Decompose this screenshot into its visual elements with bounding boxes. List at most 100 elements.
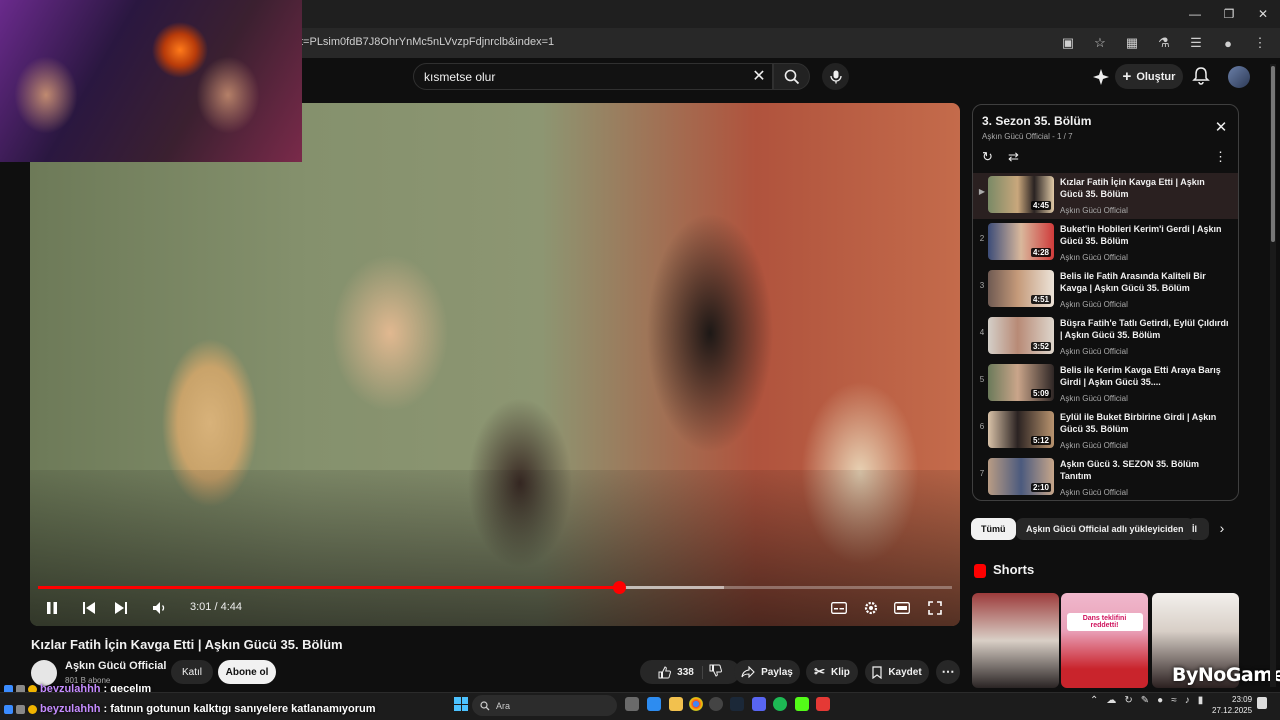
volume-button[interactable] [150,598,170,618]
volume-icon [153,602,165,614]
save-label: Kaydet [888,666,922,678]
create-button[interactable]: + Oluştur [1115,64,1183,89]
subtitles-button[interactable] [829,598,849,618]
playlist-item[interactable]: 3 4:51 Belis ile Fatih Arasında Kaliteli… [973,267,1238,313]
pen-icon[interactable]: ✎ [1141,695,1149,706]
playlist-item-thumbnail: 4:28 [988,223,1054,260]
channel-name[interactable]: Aşkın Gücü Official [65,660,166,672]
profile-icon[interactable]: ● [1218,33,1238,53]
close-window-icon[interactable]: ✕ [1246,0,1280,28]
playlist-menu-icon[interactable]: ⋮ [1214,149,1227,165]
task-view-icon[interactable] [625,697,639,711]
playlist-item-title: Aşkın Gücü 3. SEZON 35. Bölüm Tanıtım [1060,459,1200,481]
extensions-icon[interactable]: ▦ [1122,33,1142,53]
clip-button[interactable]: ✂ Klip [806,660,858,684]
short-thumbnail[interactable]: Dans teklifini reddetti! [1061,593,1148,688]
chip-uploader[interactable]: Aşkın Gücü Official adlı yükleyiciden [1016,518,1194,540]
shorts-heading: Shorts [993,562,1035,577]
browser-menu-icon[interactable]: ⋮ [1250,33,1270,53]
short-thumbnail[interactable] [972,593,1059,688]
bookmark-icon [872,665,882,679]
search-button[interactable] [773,63,810,90]
create-label: Oluştur [1136,70,1176,83]
discord-icon[interactable] [752,697,766,711]
settings-app-icon[interactable] [709,697,723,711]
fullscreen-button[interactable] [925,598,945,618]
miniplayer-button[interactable] [892,598,912,618]
chevron-up-icon[interactable]: ⌃ [1090,695,1098,706]
search-query-text[interactable]: kısmetse olur [424,70,495,84]
windows-start-icon[interactable] [454,697,468,711]
media-control-icon[interactable]: ☰ [1186,33,1206,53]
playlist-item[interactable]: 2 4:28 Buket'in Hobileri Kerim'i Gerdi |… [973,220,1238,266]
onedrive-icon[interactable]: ☁ [1106,695,1116,706]
more-actions-button[interactable]: ⋯ [936,660,960,684]
scrubber-handle[interactable] [613,581,626,594]
subscribe-button[interactable]: Abone ol [218,660,276,684]
playlist-item[interactable]: ▶ 4:45 Kızlar Fatih İçin Kavga Etti | Aş… [973,173,1238,219]
next-button[interactable] [111,598,131,618]
install-app-icon[interactable]: ▣ [1058,33,1078,53]
battery-icon[interactable]: ▮ [1198,695,1204,706]
playlist-item[interactable]: 4 3:52 Büşra Fatih'e Tatlı Getirdi, Eylü… [973,314,1238,360]
playlist-item-title: Belis ile Kerim Kavga Etti Araya Barış G… [1060,365,1221,387]
sync-icon[interactable]: ↻ [1124,695,1132,706]
notification-center-icon[interactable] [1257,697,1267,709]
previous-button[interactable] [79,598,99,618]
minimize-icon[interactable]: — [1178,0,1212,28]
bookmark-star-icon[interactable]: ☆ [1090,33,1110,53]
url-text[interactable]: t=PLsim0fdB7J8OhrYnMc5nLVvzpFdjnrclb&ind… [300,36,554,48]
shuffle-icon[interactable]: ⇄ [1008,149,1026,165]
playlist-item-title: Büşra Fatih'e Tatlı Getirdi, Eylül Çıldı… [1060,318,1229,340]
share-button[interactable]: Paylaş [734,660,800,684]
pause-button[interactable] [42,598,62,618]
recording-app-icon[interactable] [816,697,830,711]
sparkle-icon[interactable] [1092,68,1110,86]
microphone-tray-icon[interactable]: ● [1157,695,1163,706]
voice-search-button[interactable] [822,63,849,90]
playlist-item-title: Eylül ile Buket Birbirine Girdi | Aşkın … [1060,412,1217,434]
playlist-item-title: Buket'in Hobileri Kerim'i Gerdi | Aşkın … [1060,224,1222,246]
playlist-item-title: Kızlar Fatih İçin Kavga Etti | Aşkın Güc… [1060,177,1205,199]
join-button[interactable]: Katıl [171,660,213,684]
loop-icon[interactable]: ↻ [982,149,1000,165]
notifications-bell-icon[interactable] [1191,66,1211,86]
taskbar-clock[interactable]: 23:09 27.12.2025 [1212,694,1252,716]
kick-icon[interactable] [795,697,809,711]
chip-all[interactable]: Tümü [971,518,1016,540]
chrome-icon[interactable] [689,697,703,711]
maximize-icon[interactable]: ❐ [1212,0,1246,28]
playlist-item-index: ▶ [978,187,986,196]
steam-icon[interactable] [730,697,744,711]
save-button[interactable]: Kaydet [865,660,929,684]
spotify-icon[interactable] [773,697,787,711]
playlist-title[interactable]: 3. Sezon 35. Bölüm [982,114,1091,128]
time-current: 3:01 [190,601,212,613]
taskbar-search-placeholder: Ara [496,700,511,711]
miniplayer-icon [894,602,910,614]
chip-related[interactable]: İl [1187,518,1209,540]
file-explorer-icon[interactable] [669,697,683,711]
edge-icon[interactable] [647,697,661,711]
playlist-item[interactable]: 6 5:12 Eylül ile Buket Birbirine Girdi |… [973,408,1238,454]
dislike-button[interactable] [709,664,722,680]
chevron-right-icon[interactable]: › [1212,520,1232,540]
lab-icon[interactable]: ⚗ [1154,33,1174,53]
account-avatar[interactable] [1228,66,1250,88]
playlist-item[interactable]: 5 5:09 Belis ile Kerim Kavga Etti Araya … [973,361,1238,407]
playlist-item-index: 3 [979,281,985,290]
wifi-icon[interactable]: ≈ [1171,695,1177,706]
playlist-item-index: 6 [979,422,985,431]
taskbar-search[interactable]: Ara [472,695,617,716]
playlist-item[interactable]: 7 2:10 Aşkın Gücü 3. SEZON 35. Bölüm Tan… [973,455,1238,501]
scrollbar-thumb[interactable] [1271,66,1275,242]
playlist-item-title: Belis ile Fatih Arasında Kaliteli Bir Ka… [1060,271,1206,293]
video-title: Kızlar Fatih İçin Kavga Etti | Aşkın Güc… [31,637,343,652]
volume-tray-icon[interactable]: ♪ [1185,695,1190,706]
like-button[interactable]: 338 [658,665,703,679]
clear-search-icon[interactable]: ✕ [750,66,768,86]
search-icon [480,700,490,710]
chat-username: beyzulahhh [40,703,101,715]
close-playlist-icon[interactable]: ✕ [1213,120,1229,136]
settings-button[interactable] [861,598,881,618]
